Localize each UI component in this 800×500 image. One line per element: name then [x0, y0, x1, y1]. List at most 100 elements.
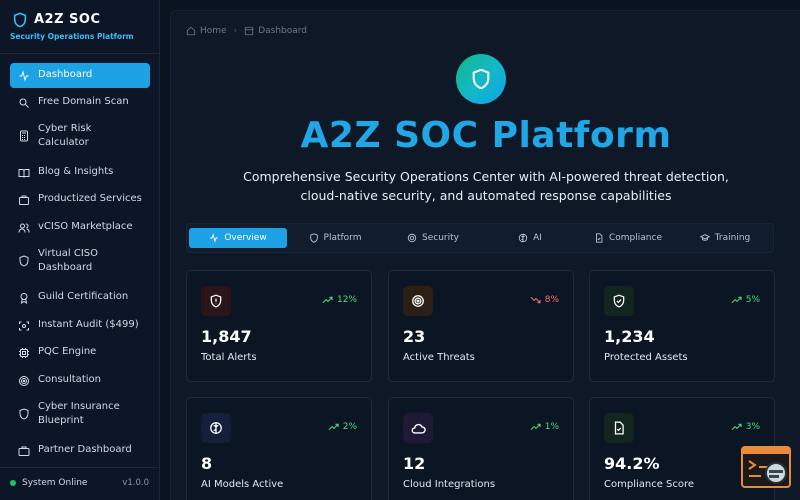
sidebar-item-label: Consultation: [38, 374, 101, 386]
breadcrumb-current: Dashboard: [244, 26, 307, 36]
trending-down-icon: [530, 296, 541, 304]
trending-up-icon: [328, 423, 339, 431]
stat-value: 1,234: [604, 327, 655, 346]
briefcase-icon: [18, 446, 30, 456]
calculator-icon: [20, 130, 28, 142]
breadcrumb-home[interactable]: Home: [186, 26, 227, 36]
stat-label: AI Models Active: [201, 479, 284, 490]
stat-icon-box: [201, 286, 231, 316]
status-label: System Online: [22, 478, 88, 488]
sidebar-item-label: vCISO Marketplace: [38, 221, 133, 233]
brand[interactable]: A2Z SOC Security Operations Platform: [10, 9, 155, 49]
tab-ai[interactable]: AI: [481, 228, 579, 248]
sidebar-item-blog-insights[interactable]: Blog & Insights: [10, 160, 150, 185]
sidebar: A2Z SOC Security Operations Platform Das…: [0, 0, 160, 500]
stat-icon-box: [604, 286, 634, 316]
sidebar-item-partner-dashboard[interactable]: Partner Dashboard: [10, 438, 150, 463]
tab-platform[interactable]: Platform: [286, 228, 384, 248]
stat-card-protected-assets[interactable]: 5% 1,234 Protected Assets: [589, 270, 775, 382]
graduation-cap-icon: [699, 234, 710, 241]
tab-compliance[interactable]: Compliance: [579, 228, 677, 248]
trend-badge: 3%: [731, 422, 760, 432]
sidebar-item-label: Guild Certification: [38, 291, 129, 303]
trend-value: 12%: [336, 295, 357, 305]
stat-value: 1,847: [201, 327, 252, 346]
tab-label: Overview: [224, 233, 267, 243]
tab-label: Training: [714, 233, 751, 243]
tab-security[interactable]: Security: [384, 228, 482, 248]
stat-icon-box: [604, 413, 634, 443]
trend-value: 5%: [745, 295, 760, 305]
stat-label: Compliance Score: [604, 479, 695, 490]
tab-label: AI: [533, 233, 542, 243]
search-icon: [19, 98, 29, 108]
hero-shield-badge: [456, 54, 506, 104]
tab-label: Platform: [323, 233, 362, 243]
cloud-icon: [411, 423, 426, 434]
trending-up-icon: [322, 296, 333, 304]
sidebar-item-label: Cyber Insurance Blueprint: [38, 400, 120, 427]
sidebar-item-dashboard[interactable]: Dashboard: [10, 63, 150, 88]
terminal-widget-button[interactable]: [741, 446, 791, 488]
trend-badge: 5%: [731, 295, 760, 305]
breadcrumb-current-label: Dashboard: [258, 26, 308, 36]
package-icon: [19, 195, 29, 205]
shield-icon: [472, 68, 490, 90]
book-icon: [18, 168, 30, 178]
breadcrumb: Home › Dashboard: [186, 26, 307, 36]
trend-badge: 8%: [530, 295, 559, 305]
trend-value: 1%: [544, 422, 559, 432]
stat-card-cloud-integrations[interactable]: 1% 12 Cloud Integrations: [388, 397, 574, 500]
sidebar-item-cyber-insurance-blueprint[interactable]: Cyber Insurance Blueprint: [10, 396, 150, 432]
shield-icon: [19, 255, 29, 267]
stat-label: Cloud Integrations: [403, 479, 496, 490]
stat-value: 94.2%: [604, 454, 660, 473]
trend-value: 2%: [342, 422, 357, 432]
stat-label: Active Threats: [403, 352, 475, 363]
main-content: Home › Dashboard A2Z SOC Platform Compre…: [170, 10, 800, 500]
stat-icon-box: [201, 413, 231, 443]
shield-icon: [19, 408, 29, 420]
sidebar-item-consultation[interactable]: Consultation: [10, 368, 150, 393]
activity-icon: [210, 233, 219, 243]
sidebar-item-instant-audit[interactable]: Instant Audit ($499): [10, 313, 150, 338]
stat-card-active-threats[interactable]: 8% 23 Active Threats: [388, 270, 574, 382]
sidebar-item-label: Instant Audit ($499): [38, 319, 139, 331]
sidebar-item-virtual-ciso-dashboard[interactable]: Virtual CISO Dashboard: [10, 243, 150, 279]
trend-badge: 2%: [328, 422, 357, 432]
trending-up-icon: [731, 296, 742, 304]
sidebar-item-vciso-marketplace[interactable]: vCISO Marketplace: [10, 215, 150, 240]
sidebar-item-label: PQC Engine: [38, 346, 97, 358]
tab-overview[interactable]: Overview: [189, 228, 287, 248]
shield-check-icon: [613, 294, 625, 308]
sidebar-item-productized-services[interactable]: Productized Services: [10, 187, 150, 212]
brand-title: A2Z SOC: [34, 12, 101, 27]
page-title: A2Z SOC Platform: [300, 115, 672, 156]
sidebar-item-pqc-engine[interactable]: PQC Engine: [10, 340, 150, 365]
sidebar-item-label: Free Domain Scan: [38, 96, 129, 108]
stat-card-total-alerts[interactable]: 12% 1,847 Total Alerts: [186, 270, 372, 382]
terminal-search-icon: [743, 448, 789, 484]
file-icon: [596, 233, 603, 243]
stat-value: 12: [403, 454, 426, 473]
chevron-right-icon: ›: [233, 26, 238, 36]
activity-icon: [19, 69, 29, 82]
tab-training[interactable]: Training: [676, 228, 774, 248]
sidebar-item-guild-certification[interactable]: Guild Certification: [10, 285, 150, 310]
users-icon: [18, 223, 30, 232]
tab-label: Security: [422, 233, 459, 243]
stat-label: Protected Assets: [604, 352, 688, 363]
shield-icon: [309, 233, 318, 243]
trending-up-icon: [530, 423, 541, 431]
target-icon: [19, 375, 29, 386]
stat-value: 8: [201, 454, 213, 473]
sidebar-item-free-domain-scan[interactable]: Free Domain Scan: [10, 90, 150, 115]
trend-value: 8%: [544, 295, 559, 305]
page-description: Comprehensive Security Operations Center…: [243, 169, 729, 203]
sidebar-item-cyber-risk-calculator[interactable]: Cyber Risk Calculator: [10, 118, 150, 154]
stat-label: Total Alerts: [201, 352, 257, 363]
status-dot: [10, 480, 16, 486]
stat-card-ai-models[interactable]: 2% 8 AI Models Active: [186, 397, 372, 500]
scan-icon: [19, 321, 29, 330]
sidebar-item-label: Partner Dashboard: [38, 444, 132, 456]
